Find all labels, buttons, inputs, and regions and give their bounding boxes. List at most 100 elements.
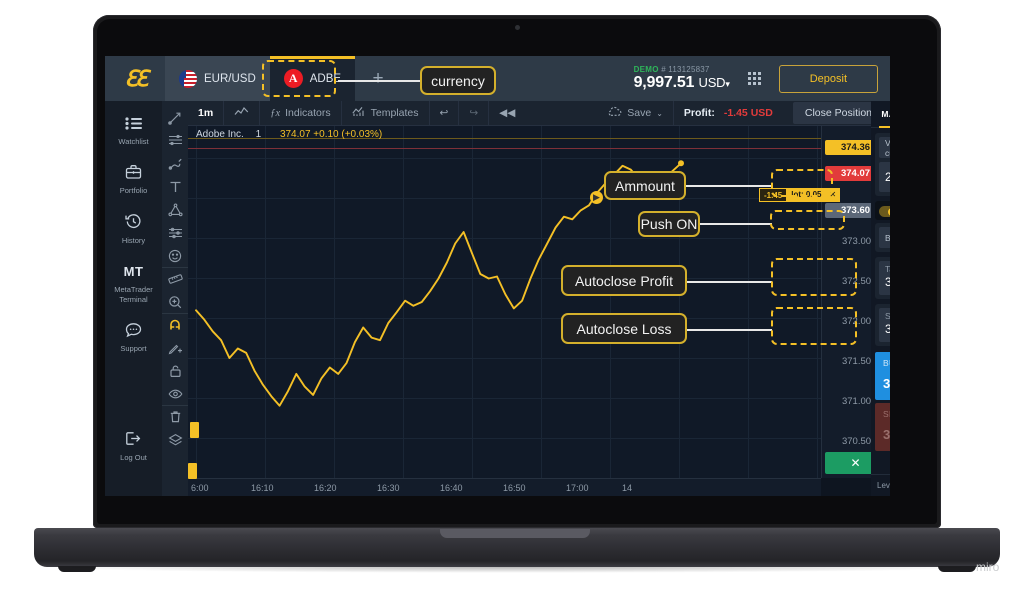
volume-input[interactable]: 2000.00 USD [879, 162, 890, 192]
autoclose-mode-select[interactable]: By asset price i [879, 227, 890, 248]
annotation-autoclose-loss: Autoclose Loss [561, 313, 687, 344]
buy-button[interactable]: BUY 374.38 [875, 352, 890, 400]
fast-backward-icon: ◀◀ [499, 107, 516, 119]
undo-icon: ↩ [439, 107, 449, 119]
apps-grid-icon[interactable] [747, 72, 761, 85]
trade-panel: MARKET PENDING Volume in currency i 2000… [871, 101, 890, 496]
fib-retracement-tool-icon[interactable] [162, 129, 188, 152]
us-flag-icon [179, 69, 197, 88]
templates-icon [352, 106, 366, 120]
time-axis[interactable]: 6:00 16:10 16:20 16:30 16:40 16:50 17:00… [188, 463, 821, 496]
stop-loss-label: Stop Loss [885, 311, 890, 321]
autoclose-mode-card: By asset price i [875, 223, 890, 252]
time-tick: 16:10 [251, 483, 274, 493]
fx-icon: ƒx [270, 107, 281, 119]
text-tool-icon[interactable] [162, 175, 188, 198]
profit-value: -1.45 USD [723, 107, 773, 119]
profit-label: Profit: [683, 107, 715, 119]
sidebar-item-label: Watchlist [118, 137, 149, 146]
tab-market[interactable]: MARKET [871, 101, 890, 128]
sidebar-item-label: Portfolio [119, 186, 148, 196]
sidebar-item-support[interactable]: Support [105, 320, 162, 353]
undo-button[interactable]: ↩ [430, 100, 460, 126]
price-chart[interactable]: Adobe Inc. 1 374.07 +0.10 (+0.03%) [188, 126, 821, 478]
take-profit-input[interactable]: Take Profit 380.00 [879, 261, 890, 295]
laptop-shadow [34, 567, 1000, 573]
delete-drawings-icon[interactable] [162, 405, 188, 428]
take-profit-value: 380.00 [885, 275, 890, 289]
lock-drawing-icon[interactable] [162, 336, 188, 359]
account-balance[interactable]: 9,997.51 USD▾ [634, 74, 730, 92]
magnet-tool-icon[interactable] [162, 313, 188, 336]
left-sidebar: Watchlist Portfolio History MT MetaTrade… [105, 101, 162, 496]
time-tick: 16:50 [503, 483, 526, 493]
sell-button[interactable]: SELL 374.07 [875, 403, 890, 451]
autoclose-mode-label: By asset price [885, 232, 890, 243]
templates-label: Templates [370, 107, 419, 119]
leader-line-currency [338, 80, 430, 82]
stop-loss-input[interactable]: Stop Loss 365.00 [879, 308, 890, 342]
chart-line-series [195, 160, 684, 407]
sell-price-int: 374. [883, 427, 890, 442]
clock-history-icon [125, 212, 142, 232]
save-button[interactable]: Save ⌄ [597, 100, 674, 126]
volume-row: 2000.00 USD + - [879, 162, 890, 192]
logout-icon [125, 429, 142, 449]
templates-button[interactable]: Templates [342, 100, 430, 126]
position-close-icon[interactable]: ✕ [825, 188, 841, 202]
sidebar-item-metatrader[interactable]: MT MetaTrader Terminal [105, 261, 162, 304]
zoom-in-icon[interactable] [162, 290, 188, 313]
redo-icon: ↪ [469, 107, 479, 119]
deposit-button[interactable]: Deposit [778, 64, 878, 93]
annotation-text: Autoclose Loss [576, 320, 672, 337]
indicators-button[interactable]: ƒx Indicators [260, 100, 342, 126]
hide-drawings-icon[interactable] [162, 382, 188, 405]
volume-value: 2000.00 [885, 170, 890, 184]
settings-sliders-icon[interactable] [162, 221, 188, 244]
list-icon [125, 113, 142, 133]
pitchfork-tool-icon[interactable] [162, 198, 188, 221]
time-tick: 16:40 [440, 483, 463, 493]
save-label: Save [627, 107, 652, 119]
autoclose-toggle[interactable] [879, 206, 890, 217]
sidebar-item-watchlist[interactable]: Watchlist [105, 113, 162, 146]
trend-line-tool-icon[interactable] [162, 106, 188, 129]
balance-value: 9,997.51 [633, 74, 695, 91]
chart-toolbar: 1m ƒx Indicators Templates ↩ ↪ ◀◀ Save ⌄… [188, 100, 890, 126]
buy-label: BUY [883, 358, 890, 368]
symbol-tab-label: EUR/USD [204, 72, 256, 85]
leader-line-autoclose-profit [686, 281, 772, 283]
open-position-chip[interactable]: -1.45 lot: 0.05 ✕ [759, 188, 841, 202]
chart-type-button[interactable] [224, 100, 261, 126]
emoji-tool-icon[interactable] [162, 244, 188, 267]
brand-logo-glyph: ℇℇ [124, 65, 148, 91]
redo-button[interactable]: ↪ [459, 100, 490, 126]
unlock-icon[interactable] [162, 359, 188, 382]
timeframe-label: 1m [198, 107, 214, 119]
line-chart-icon [234, 106, 249, 120]
layers-icon[interactable] [162, 428, 188, 451]
measure-tool-icon[interactable] [162, 267, 188, 290]
sidebar-item-logout[interactable]: Log Out [105, 429, 162, 462]
volume-mode-select[interactable]: Volume in currency i [879, 137, 890, 158]
briefcase-icon [125, 162, 142, 182]
sidebar-item-history[interactable]: History [105, 212, 162, 245]
timeframe-button[interactable]: 1m [188, 100, 225, 126]
autoclose-toggle-row[interactable]: Autoclose i [875, 201, 890, 220]
app-topbar: ℇℇ EUR/USD A ADBE + DEMO # 113125837 9,9… [105, 56, 890, 101]
cursor-pointer-icon: ▶ [590, 191, 603, 204]
replay-button[interactable]: ◀◀ [489, 101, 525, 126]
account-meta: DEMO # 113125837 [634, 65, 730, 74]
app-screen: ℇℇ EUR/USD A ADBE + DEMO # 113125837 9,9… [105, 56, 890, 496]
time-tick: 17:00 [566, 483, 589, 493]
symbol-tab-eurusd[interactable]: EUR/USD [165, 56, 270, 101]
sidebar-item-portfolio[interactable]: Portfolio [105, 162, 162, 195]
brand-logo[interactable]: ℇℇ [105, 56, 165, 101]
cloud-icon [607, 106, 622, 120]
annotation-text: Autoclose Profit [574, 272, 674, 289]
add-symbol-button[interactable]: + [355, 56, 402, 101]
brush-tool-icon[interactable] [162, 152, 188, 175]
annotation-currency: currency [420, 66, 496, 95]
annotation-text: currency [431, 72, 485, 89]
symbol-tab-adbe[interactable]: A ADBE [269, 56, 356, 101]
